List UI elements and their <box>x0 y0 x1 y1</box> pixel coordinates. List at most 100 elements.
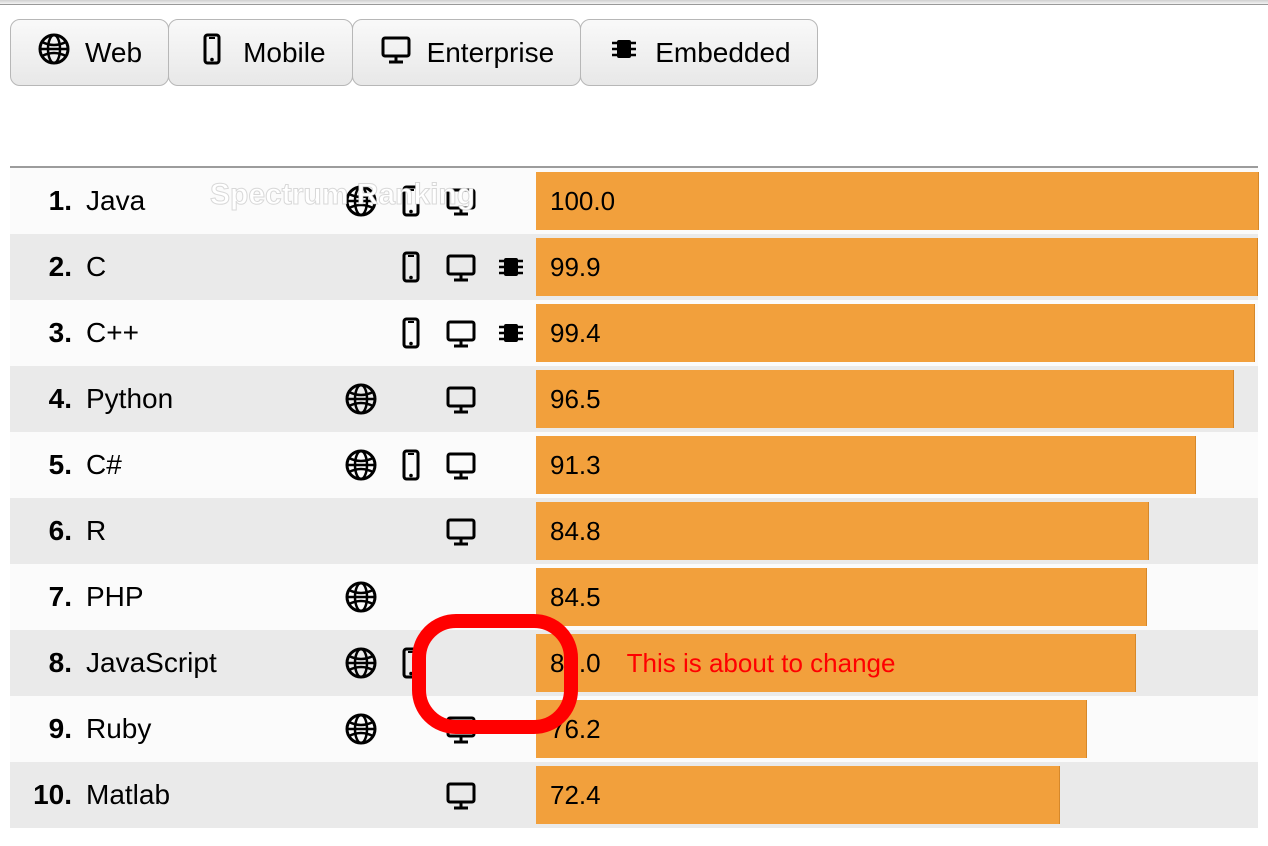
score-value: 84.5 <box>536 582 601 613</box>
page-container: Web Mobile Enterprise Embedded Spectrum … <box>0 5 1268 836</box>
table-row: 10.Matlab 72.4 <box>10 762 1258 828</box>
rank-number: 6. <box>10 515 76 547</box>
annotation-text: This is about to change <box>627 648 896 679</box>
score-bar <box>536 370 1234 428</box>
table-row: 7.PHP 84.5 <box>10 564 1258 630</box>
chip-icon <box>607 32 641 73</box>
globe-icon <box>336 184 386 218</box>
globe-icon <box>336 646 386 680</box>
mobile-icon <box>386 184 436 218</box>
platform-icons <box>336 514 536 548</box>
tab-label: Mobile <box>243 37 325 69</box>
score-bar-cell: 96.5 <box>536 366 1258 432</box>
score-bar-cell: 91.3 <box>536 432 1258 498</box>
score-value: 91.3 <box>536 450 601 481</box>
rank-number: 10. <box>10 779 76 811</box>
tab-label: Enterprise <box>427 37 555 69</box>
tab-enterprise[interactable]: Enterprise <box>352 19 582 86</box>
rank-number: 5. <box>10 449 76 481</box>
language-name: JavaScript <box>76 647 336 679</box>
filter-tabbar: Web Mobile Enterprise Embedded <box>10 19 1258 86</box>
table-row: 6.R 84.8 <box>10 498 1258 564</box>
score-bar <box>536 304 1255 362</box>
table-row: 8.JavaScript 83.0 This is about to change <box>10 630 1258 696</box>
score-bar <box>536 700 1087 758</box>
desktop-icon <box>436 448 486 482</box>
score-bar-cell: 76.2 <box>536 696 1258 762</box>
language-name: C# <box>76 449 336 481</box>
language-name: PHP <box>76 581 336 613</box>
language-name: Java <box>76 185 336 217</box>
score-value: 100.0 <box>536 186 615 217</box>
platform-icons <box>336 250 536 284</box>
globe-icon <box>336 448 386 482</box>
rank-number: 9. <box>10 713 76 745</box>
platform-icons <box>336 184 536 218</box>
rank-number: 3. <box>10 317 76 349</box>
score-value: 83.0 <box>536 648 601 679</box>
score-bar-cell: 99.9 <box>536 234 1258 300</box>
rank-number: 1. <box>10 185 76 217</box>
desktop-icon <box>436 382 486 416</box>
language-name: Matlab <box>76 779 336 811</box>
score-value: 99.4 <box>536 318 601 349</box>
score-bar-cell: 84.5 <box>536 564 1258 630</box>
language-name: Python <box>76 383 336 415</box>
score-bar-cell: 99.4 <box>536 300 1258 366</box>
tab-label: Embedded <box>655 37 790 69</box>
tab-label: Web <box>85 37 142 69</box>
tab-embedded[interactable]: Embedded <box>580 19 817 86</box>
score-bar <box>536 568 1147 626</box>
platform-icons <box>336 778 536 812</box>
mobile-icon <box>386 250 436 284</box>
mobile-icon <box>386 316 436 350</box>
mobile-icon <box>386 646 436 680</box>
platform-icons <box>336 646 536 680</box>
score-bar-cell: 84.8 <box>536 498 1258 564</box>
score-bar-cell: 72.4 <box>536 762 1258 828</box>
platform-icons <box>336 316 536 350</box>
table-row: 4.Python 96.5 <box>10 366 1258 432</box>
chip-icon <box>486 250 536 284</box>
language-name: Ruby <box>76 713 336 745</box>
table-row: 3.C++ 99.4 <box>10 300 1258 366</box>
platform-icons <box>336 382 536 416</box>
rank-number: 2. <box>10 251 76 283</box>
table-row: 5.C# 91.3 <box>10 432 1258 498</box>
rank-number: 4. <box>10 383 76 415</box>
desktop-icon <box>379 32 413 73</box>
table-row: 9.Ruby 76.2 <box>10 696 1258 762</box>
score-value: 84.8 <box>536 516 601 547</box>
rank-number: 7. <box>10 581 76 613</box>
language-name: R <box>76 515 336 547</box>
score-bar <box>536 172 1259 230</box>
rank-number: 8. <box>10 647 76 679</box>
mobile-icon <box>386 448 436 482</box>
globe-icon <box>336 580 386 614</box>
desktop-icon <box>436 316 486 350</box>
score-bar <box>536 436 1196 494</box>
chip-icon <box>486 316 536 350</box>
desktop-icon <box>436 778 486 812</box>
language-name: C <box>76 251 336 283</box>
mobile-icon <box>195 32 229 73</box>
desktop-icon <box>436 250 486 284</box>
globe-icon <box>37 32 71 73</box>
desktop-icon <box>436 712 486 746</box>
score-bar <box>536 502 1149 560</box>
tab-mobile[interactable]: Mobile <box>168 19 352 86</box>
globe-icon <box>336 382 386 416</box>
score-bar-cell: 100.0 <box>536 168 1258 234</box>
score-value: 99.9 <box>536 252 601 283</box>
score-bar <box>536 766 1060 824</box>
score-value: 76.2 <box>536 714 601 745</box>
language-name: C++ <box>76 317 336 349</box>
platform-icons <box>336 712 536 746</box>
tab-web[interactable]: Web <box>10 19 169 86</box>
table-row: 2.C 99.9 <box>10 234 1258 300</box>
globe-icon <box>336 712 386 746</box>
score-value: 96.5 <box>536 384 601 415</box>
table-row: 1.Java 100.0 <box>10 168 1258 234</box>
desktop-icon <box>436 514 486 548</box>
score-bar-cell: 83.0 This is about to change <box>536 630 1258 696</box>
